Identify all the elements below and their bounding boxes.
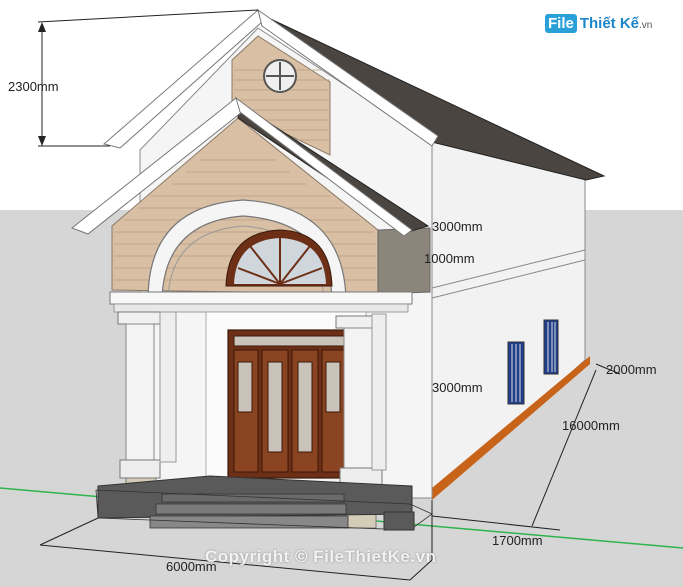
inner-left-pilaster	[159, 311, 177, 463]
porch-cornice	[109, 291, 413, 305]
porch-cornice-lower	[113, 303, 409, 313]
dim-upper-wall: 3000mm	[432, 219, 483, 234]
filethietke-logo: File Thiết Kế.vn	[545, 14, 652, 33]
house-model-scene: 2300mm 3000mm 1000mm 3000mm 2000mm 16000…	[0, 0, 683, 587]
step-1	[161, 493, 345, 503]
dim-porch-depth: 1700mm	[492, 533, 543, 548]
porch-side-stone	[377, 227, 431, 295]
logo-box: File	[545, 14, 577, 33]
dim-lower-wall: 3000mm	[432, 380, 483, 395]
copyright-watermark: Copyright © FileThietKe.vn	[205, 547, 437, 566]
dim-band: 1000mm	[424, 251, 475, 266]
dim-rear-offset: 2000mm	[606, 362, 657, 377]
dim-length: 16000mm	[562, 418, 620, 433]
porch-base-right	[383, 511, 415, 531]
inner-right-pilaster	[371, 313, 387, 471]
logo-text: Thiết Kế.vn	[580, 15, 653, 32]
step-2	[155, 503, 347, 515]
logo-domain: .vn	[639, 20, 653, 31]
side-window-2	[543, 319, 559, 375]
dim-gable-height: 2300mm	[8, 79, 59, 94]
logo-title: Thiết Kế	[579, 15, 640, 32]
